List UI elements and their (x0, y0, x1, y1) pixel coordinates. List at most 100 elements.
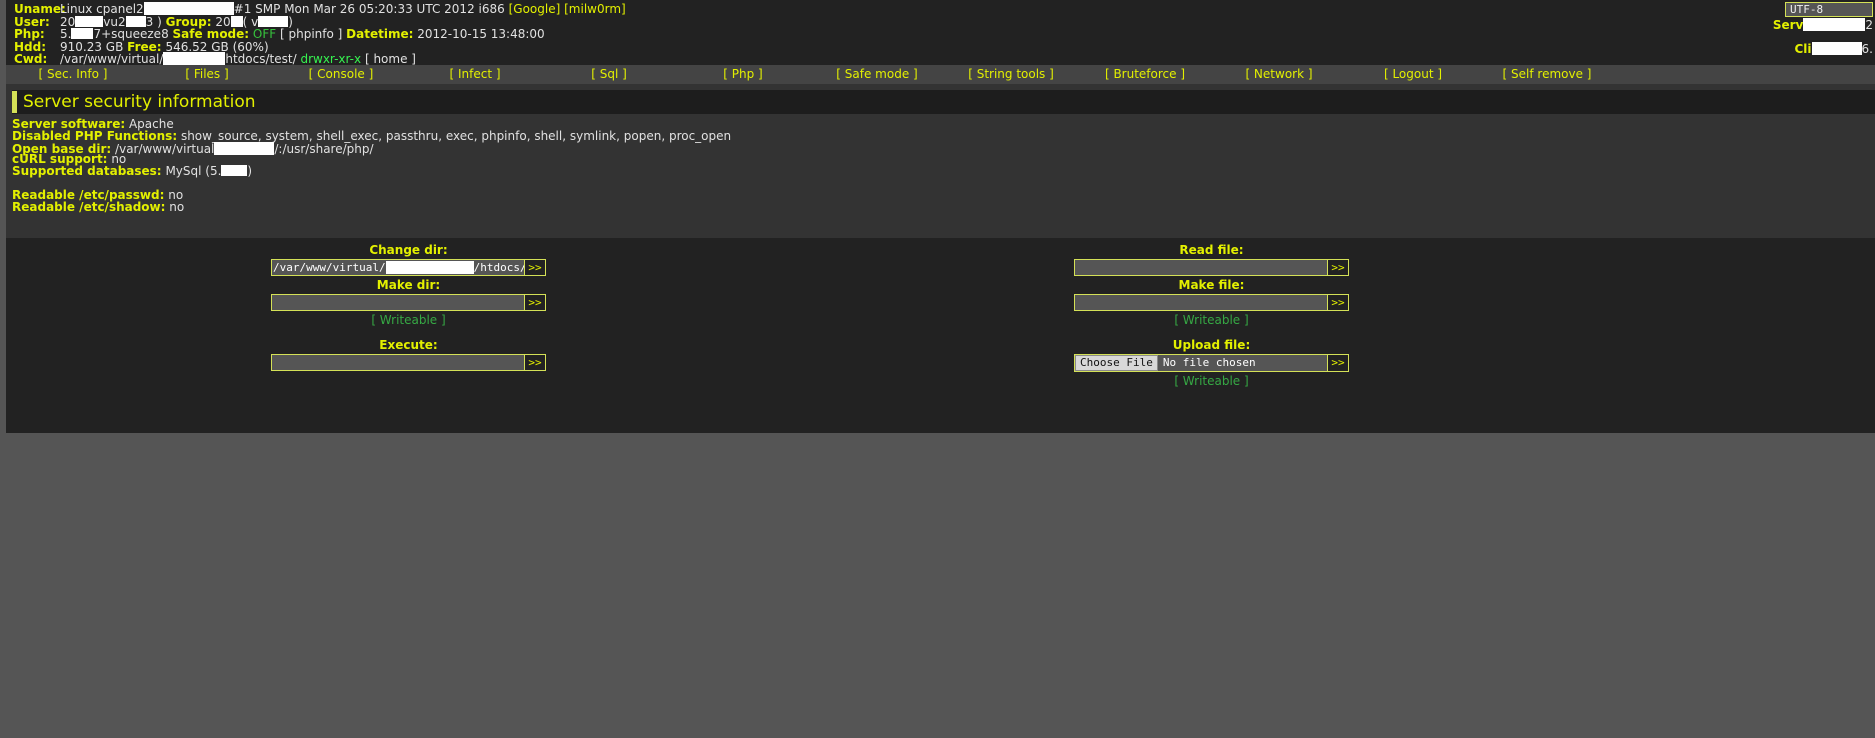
execute-label: Execute: (379, 337, 438, 352)
menu-item-string-tools[interactable]: [ String tools ] (944, 65, 1078, 84)
redacted-cwd (163, 52, 226, 66)
client-time-label: Cli (1794, 42, 1812, 56)
menu-item-bruteforce[interactable]: [ Bruteforce ] (1078, 65, 1212, 84)
redacted-client-time (1811, 42, 1862, 55)
php-label: Php: (14, 27, 45, 42)
uname-row: Uname:Linux cpanel2 #1 SMP Mon Mar 26 05:… (14, 2, 1875, 16)
redacted-user-1 (75, 15, 104, 27)
redacted-uname (143, 2, 234, 15)
read-file-submit[interactable]: >> (1328, 258, 1349, 276)
datetime-value: 2012-10-15 13:48:00 (417, 27, 545, 42)
client-time-value: 6. (1861, 42, 1873, 56)
panel-spacer (12, 178, 1875, 190)
supported-databases-pre: MySql (5. (165, 164, 222, 179)
menu-item-console[interactable]: [ Console ] (274, 65, 408, 84)
redacted-php (71, 28, 94, 40)
change-dir-submit[interactable]: >> (525, 258, 546, 276)
redacted-group-1 (230, 15, 243, 27)
cwd-path-post: htdocs/test/ (225, 52, 297, 67)
read-file-input[interactable] (1074, 258, 1328, 276)
open-basedir-pre: /var/www/virtual (115, 141, 215, 156)
security-info-panel: Server software: Apache Disabled PHP Fun… (6, 114, 1875, 238)
change-dir-row: /var/www/virtual/ /htdocs/test/ >> (271, 258, 546, 276)
readable-passwd-row: Readable /etc/passwd: no (12, 189, 1875, 202)
upload-file-row: Choose File No file chosen >> (1074, 353, 1349, 372)
readable-shadow-value: no (169, 199, 185, 214)
redacted-change-dir (385, 260, 474, 274)
make-file-row: >> (1074, 293, 1349, 311)
read-file-label: Read file: (1179, 242, 1244, 257)
choose-file-button[interactable]: Choose File (1075, 354, 1158, 371)
make-dir-status: [ Writeable ] (371, 312, 446, 327)
milworm-link[interactable]: [milw0rm] (564, 2, 626, 16)
right-col-gap (1074, 329, 1349, 338)
datetime-label: Datetime: (346, 27, 414, 42)
open-basedir-row: Open base dir: /var/www/virtual/:/usr/sh… (12, 141, 1875, 156)
redacted-group-2 (258, 15, 289, 27)
server-time-row: Serv 2 (1772, 18, 1873, 32)
make-dir-input[interactable] (271, 293, 525, 311)
section-title-bar: Server security information (12, 90, 1875, 114)
readable-shadow-row: Readable /etc/shadow: no (12, 199, 1875, 214)
redacted-server-time (1803, 18, 1866, 31)
menu-item-sec-info[interactable]: [ Sec. Info ] (6, 65, 140, 84)
menu-item-safe-mode[interactable]: [ Safe mode ] (810, 65, 944, 84)
right-form-column: Read file: >> Make file: >> [ Writeable … (1074, 243, 1349, 390)
section-header-wrap: Server security information Server softw… (6, 84, 1875, 238)
file-input-wrapper[interactable]: Choose File No file chosen (1074, 353, 1328, 372)
change-dir-path-pre: /var/www/virtual/ (273, 260, 386, 274)
make-dir-label: Make dir: (376, 277, 441, 292)
uname-label: Uname: (14, 2, 66, 16)
make-file-status: [ Writeable ] (1174, 312, 1249, 327)
change-dir-path-post: /htdocs/test/ (473, 260, 524, 274)
cwd-label: Cwd: (14, 52, 48, 67)
home-link[interactable]: [ home ] (365, 52, 416, 66)
read-file-row: >> (1074, 258, 1349, 276)
menu-item-sql[interactable]: [ Sql ] (542, 65, 676, 84)
menu-item-logout[interactable]: [ Logout ] (1346, 65, 1480, 84)
server-time-label: Serv (1772, 18, 1804, 32)
page-background-filler (0, 433, 1875, 738)
shell-page: Uname:Linux cpanel2 #1 SMP Mon Mar 26 05:… (0, 0, 1875, 433)
charset-input[interactable] (1785, 2, 1873, 17)
supported-databases-row: Supported databases: MySql (5.) (12, 164, 1875, 179)
menu-item-files[interactable]: [ Files ] (140, 65, 274, 84)
make-file-submit[interactable]: >> (1328, 293, 1349, 311)
execute-row: >> (271, 353, 546, 371)
menu-item-infect[interactable]: [ Infect ] (408, 65, 542, 84)
supported-databases-label: Supported databases: (12, 164, 162, 179)
server-time-value: 2 (1865, 18, 1873, 32)
chosen-file-name: No file chosen (1162, 356, 1256, 370)
app-root: Uname:Linux cpanel2 #1 SMP Mon Mar 26 05:… (0, 0, 1875, 738)
curl-support-row: cURL support: no (12, 153, 1875, 166)
menu-item-php[interactable]: [ Php ] (676, 65, 810, 84)
make-dir-row: >> (271, 293, 546, 311)
system-info-block: Uname:Linux cpanel2 #1 SMP Mon Mar 26 05:… (6, 0, 1875, 67)
execute-submit[interactable]: >> (525, 353, 546, 371)
change-dir-label: Change dir: (369, 242, 448, 257)
upload-file-label: Upload file: (1172, 337, 1251, 352)
client-time-row: Cli 6. (1794, 42, 1873, 56)
phpinfo-link[interactable]: [ phpinfo ] (280, 27, 342, 41)
supported-databases-post: ) (247, 164, 253, 179)
readable-shadow-label: Readable /etc/shadow: (12, 199, 166, 214)
uname-value-post: #1 SMP Mon Mar 26 05:20:33 UTC 2012 i686 (233, 2, 505, 16)
left-form-column: Change dir: /var/www/virtual/ /htdocs/tes… (271, 243, 546, 373)
change-dir-input[interactable]: /var/www/virtual/ /htdocs/test/ (271, 258, 525, 276)
execute-input[interactable] (271, 353, 525, 371)
redacted-mysql-version (221, 165, 248, 177)
menu-item-network[interactable]: [ Network ] (1212, 65, 1346, 84)
upload-file-status: [ Writeable ] (1174, 373, 1249, 388)
main-menu-bar: [ Sec. Info ] [ Files ] [ Console ] [ In… (6, 65, 1875, 84)
make-file-input[interactable] (1074, 293, 1328, 311)
upload-file-submit[interactable]: >> (1328, 353, 1349, 372)
cwd-path-pre: /var/www/virtual/ (60, 52, 164, 67)
make-dir-submit[interactable]: >> (525, 293, 546, 311)
open-basedir-post: /:/usr/share/php/ (274, 141, 374, 156)
menu-item-self-remove[interactable]: [ Self remove ] (1480, 65, 1614, 84)
make-file-label: Make file: (1178, 277, 1245, 292)
page-title: Server security information (23, 92, 256, 112)
google-link[interactable]: [Google] (509, 2, 561, 16)
forms-area: Change dir: /var/www/virtual/ /htdocs/tes… (6, 237, 1875, 390)
redacted-user-2 (125, 15, 146, 27)
